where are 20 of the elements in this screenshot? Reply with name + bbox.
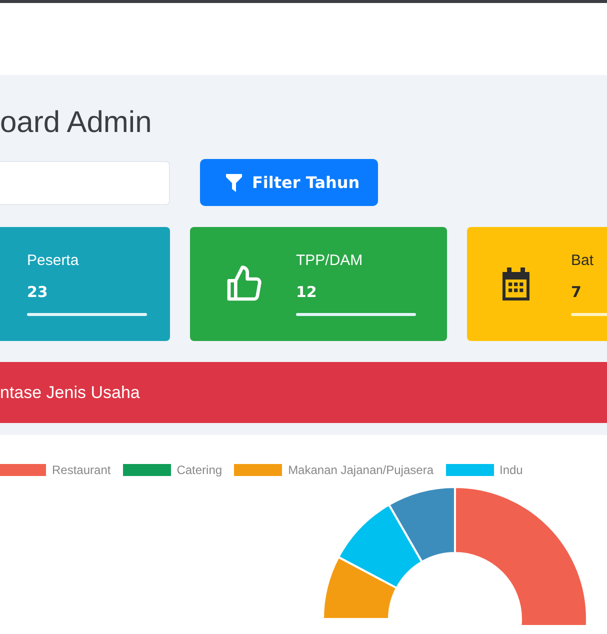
legend-swatch[interactable] — [446, 464, 494, 476]
card-value: 12 — [296, 283, 318, 301]
calendar-icon — [501, 267, 531, 301]
card-value: 7 — [571, 283, 582, 301]
page-title: oard Admin — [0, 105, 153, 141]
card-label: Bat — [571, 252, 595, 269]
legend-swatch[interactable] — [234, 464, 282, 476]
card-value: 23 — [27, 283, 49, 301]
legend-label[interactable]: Restaurant — [52, 463, 111, 477]
filter-button[interactable]: Filter Tahun — [200, 159, 378, 206]
section-title: ntase Jenis Usaha — [0, 382, 140, 402]
legend-label[interactable]: Makanan Jajanan/Pujasera — [288, 463, 434, 477]
legend-label[interactable]: Catering — [176, 463, 222, 477]
filter-icon — [226, 174, 242, 192]
card-label: Peserta — [27, 252, 80, 269]
card-label: TPP/DAM — [296, 252, 364, 269]
legend-label[interactable]: Indu — [500, 463, 523, 477]
legend-swatch[interactable] — [0, 464, 46, 476]
input-field[interactable] — [0, 160, 170, 204]
legend-swatch[interactable] — [122, 464, 171, 476]
